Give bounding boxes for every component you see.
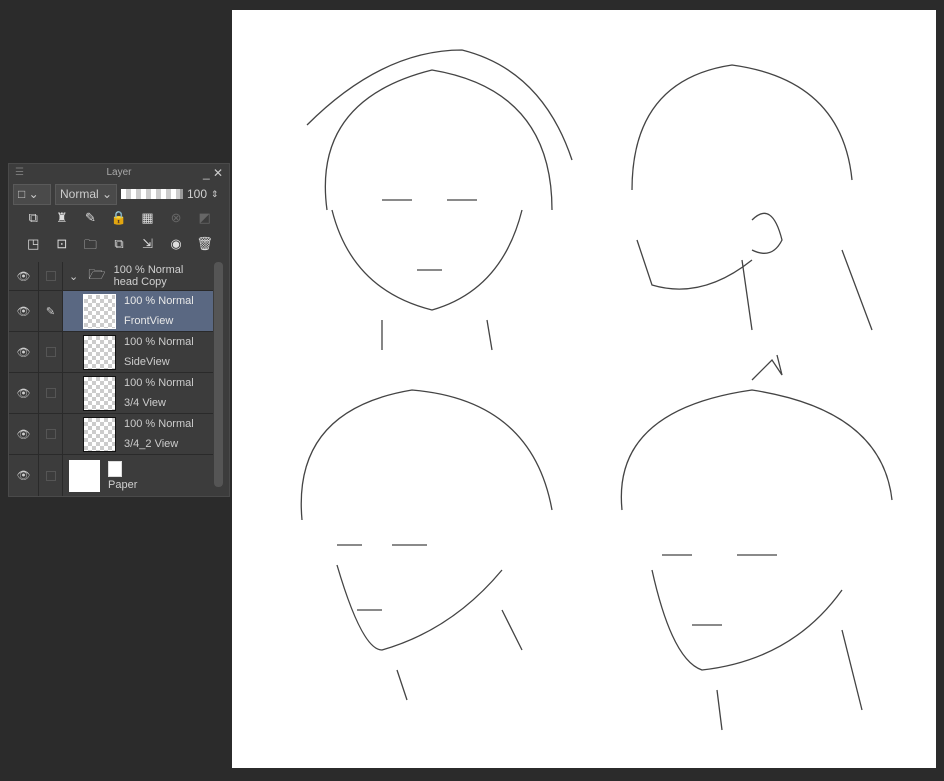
layer-name: 3/4_2 View bbox=[124, 438, 179, 450]
head-sketches bbox=[300, 49, 893, 731]
layer-row-paper[interactable]: 👁 Paper bbox=[9, 455, 213, 496]
layer-thumbnail bbox=[83, 293, 116, 329]
layer-row[interactable]: 👁 100 % Normal SideView bbox=[9, 332, 213, 373]
draft-layer-icon[interactable]: ✎ bbox=[81, 210, 99, 226]
chevron-down-icon: ⌄ bbox=[101, 187, 112, 201]
panel-title: Layer bbox=[106, 167, 132, 178]
opacity-slider[interactable] bbox=[121, 189, 183, 199]
new-folder-icon[interactable]: 🗀 bbox=[81, 236, 99, 258]
mask-area-icon[interactable]: ◩ bbox=[196, 210, 214, 226]
select-checkbox[interactable] bbox=[39, 414, 63, 454]
scrollbar[interactable] bbox=[214, 262, 223, 487]
select-checkbox[interactable] bbox=[39, 262, 63, 290]
menu-icon[interactable]: ☰ bbox=[15, 164, 24, 182]
eye-icon[interactable]: 👁 bbox=[9, 455, 39, 496]
layer-panel: ☰ Layer _ ✕ □ ⌄ Normal ⌄ 100 ⇕ ⧉ ♜ ✎ 🔒 ▦ ⊗ ◩ ◳ ⊡… bbox=[8, 163, 230, 497]
clip-layer-icon[interactable]: ⧉ bbox=[24, 210, 42, 226]
merge-down-icon[interactable]: ⇲ bbox=[139, 236, 157, 258]
opacity-value[interactable]: 100 bbox=[187, 187, 207, 201]
layer-meta: 100 % Normal bbox=[124, 295, 194, 307]
layer-list: 👁 ⌄ 🗁 100 % Normal head Copy 👁 ✎ 100 % Norm… bbox=[9, 262, 213, 496]
select-checkbox[interactable] bbox=[39, 455, 63, 496]
lock-icon[interactable]: 🔒 bbox=[110, 210, 128, 226]
front-view-sketch bbox=[306, 49, 573, 351]
eye-icon[interactable]: 👁 bbox=[9, 373, 39, 413]
mask-enable-icon[interactable]: ⊗ bbox=[167, 210, 185, 226]
layer-thumbnail bbox=[83, 416, 116, 452]
layer-row[interactable]: 👁 ✎ 100 % Normal FrontView bbox=[9, 291, 213, 332]
layer-name: 3/4 View bbox=[124, 397, 166, 409]
window-controls[interactable]: _ ✕ bbox=[203, 164, 223, 182]
layer-color-dropdown[interactable]: □ ⌄ bbox=[13, 183, 51, 205]
layer-name: FrontView bbox=[124, 315, 174, 327]
drawing-canvas[interactable] bbox=[232, 10, 936, 768]
opacity-stepper[interactable]: ⇕ bbox=[211, 189, 219, 200]
trash-icon[interactable]: 🗑 bbox=[196, 236, 214, 258]
layer-mask-icon[interactable]: ◉ bbox=[167, 236, 185, 258]
layer-row-folder[interactable]: 👁 ⌄ 🗁 100 % Normal head Copy bbox=[9, 262, 213, 291]
layer-name: Paper bbox=[108, 478, 138, 491]
layer-thumbnail bbox=[83, 334, 116, 370]
three-quarter-2-view-sketch bbox=[620, 354, 893, 731]
layer-row[interactable]: 👁 100 % Normal 3/4_2 View bbox=[9, 414, 213, 455]
paper-thumbnail bbox=[69, 459, 100, 492]
eye-icon[interactable]: 👁 bbox=[9, 291, 39, 331]
layer-meta: 100 % Normal bbox=[124, 377, 194, 389]
layer-name: head Copy bbox=[113, 276, 167, 288]
layer-meta: 100 % Normal bbox=[113, 264, 184, 276]
blend-mode-select[interactable]: Normal ⌄ bbox=[55, 183, 117, 205]
eye-icon[interactable]: 👁 bbox=[9, 414, 39, 454]
chevron-down-icon[interactable]: ⌄ bbox=[69, 270, 78, 283]
folder-icon: 🗁 bbox=[88, 266, 106, 282]
three-quarter-view-sketch bbox=[300, 389, 553, 701]
new-vector-layer-icon[interactable]: ⊡ bbox=[53, 236, 71, 258]
paper-icon bbox=[108, 460, 122, 477]
lock-transparency-icon[interactable]: ▦ bbox=[139, 210, 157, 226]
pen-icon: ✎ bbox=[39, 291, 63, 331]
select-checkbox[interactable] bbox=[39, 332, 63, 372]
select-checkbox[interactable] bbox=[39, 373, 63, 413]
layer-meta: 100 % Normal bbox=[124, 418, 194, 430]
blend-mode-value: Normal bbox=[60, 187, 99, 201]
layer-thumbnail bbox=[83, 375, 116, 411]
eye-icon[interactable]: 👁 bbox=[9, 332, 39, 372]
side-view-sketch bbox=[631, 64, 873, 331]
layer-row[interactable]: 👁 100 % Normal 3/4 View bbox=[9, 373, 213, 414]
panel-title-bar[interactable]: ☰ Layer _ ✕ bbox=[9, 164, 229, 182]
eye-icon[interactable]: 👁 bbox=[9, 262, 39, 290]
transfer-down-icon[interactable]: ⧉ bbox=[110, 236, 128, 258]
layer-meta: 100 % Normal bbox=[124, 336, 194, 348]
reference-layer-icon[interactable]: ♜ bbox=[53, 210, 71, 226]
layer-name: SideView bbox=[124, 356, 170, 368]
new-raster-layer-icon[interactable]: ◳ bbox=[24, 236, 42, 258]
